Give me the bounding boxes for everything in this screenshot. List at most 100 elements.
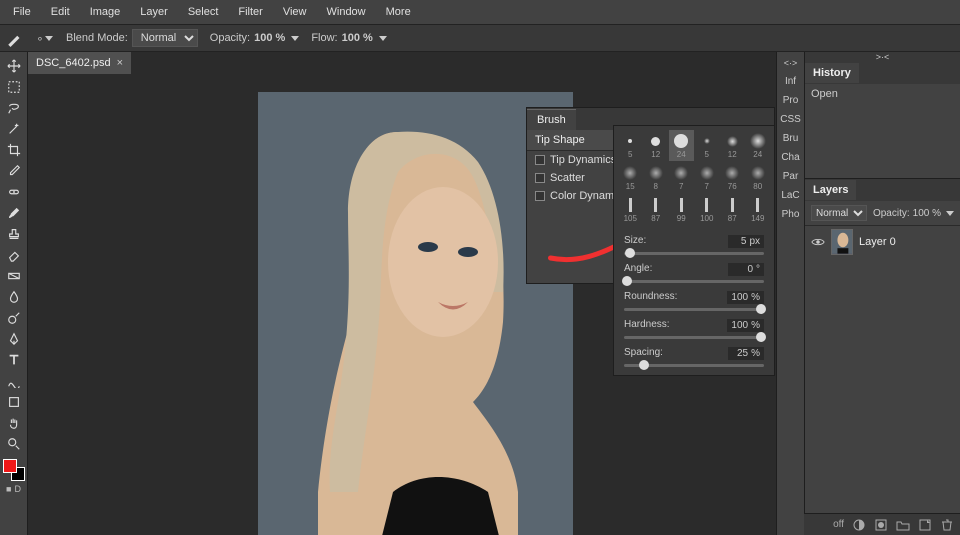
layers-panel-title[interactable]: Layers [805, 180, 856, 200]
brush-tool[interactable] [3, 203, 25, 223]
menu-filter[interactable]: Filter [229, 2, 271, 22]
menu-edit[interactable]: Edit [42, 2, 79, 22]
angle-slider[interactable]: Angle:0° [618, 259, 770, 287]
panel-tab-character[interactable]: Cha [781, 152, 799, 163]
brush-tip[interactable]: 149 [746, 194, 771, 225]
tool-bar: ■D [0, 52, 28, 535]
menu-more[interactable]: More [377, 2, 420, 22]
brush-tip[interactable]: 7 [669, 162, 694, 193]
collapsed-panels: <·> Inf Pro CSS Bru Cha Par LaC Pho [776, 52, 804, 535]
adjustment-icon[interactable] [852, 518, 866, 532]
blur-tool[interactable] [3, 287, 25, 307]
rect-select-tool[interactable] [3, 77, 25, 97]
document-tab-label: DSC_6402.psd [36, 57, 111, 69]
collapse-handle-icon[interactable]: >·< [805, 52, 960, 62]
menu-layer[interactable]: Layer [131, 2, 177, 22]
layer-blendmode-select[interactable]: Normal [811, 205, 867, 221]
wand-tool[interactable] [3, 119, 25, 139]
hardness-slider[interactable]: Hardness:100% [618, 315, 770, 343]
brush-tip[interactable]: 100 [695, 194, 720, 225]
panel-tab-css[interactable]: CSS [780, 114, 801, 125]
brush-tip[interactable]: 15 [618, 162, 643, 193]
history-item[interactable]: Open [805, 84, 960, 108]
menu-image[interactable]: Image [81, 2, 130, 22]
brush-tip[interactable]: 105 [618, 194, 643, 225]
opacity-value[interactable]: 100 % [254, 32, 285, 44]
menu-file[interactable]: File [4, 2, 40, 22]
layers-panel: Layers Normal Opacity:100 % Layer 0 [805, 179, 960, 535]
panel-tab-photo[interactable]: Pho [782, 209, 800, 220]
brush-size-picker[interactable]: ∘ [36, 29, 54, 47]
eyedropper-tool[interactable] [3, 161, 25, 181]
new-layer-icon[interactable] [918, 518, 932, 532]
blendmode-select[interactable]: Normal [132, 29, 198, 47]
brush-tip[interactable]: 87 [644, 194, 669, 225]
stamp-tool[interactable] [3, 224, 25, 244]
brush-tip[interactable]: 24 [746, 130, 771, 161]
brush-tip[interactable]: 5 [618, 130, 643, 161]
brush-tip[interactable]: 12 [644, 130, 669, 161]
brush-tip[interactable]: 87 [720, 194, 745, 225]
panel-tab-info[interactable]: Inf [785, 76, 796, 87]
brush-tip[interactable]: 76 [720, 162, 745, 193]
text-tool[interactable] [3, 350, 25, 370]
brush-tips-panel: 5122451224158777680105879910087149 Size:… [613, 125, 775, 376]
brush-tip[interactable]: 7 [695, 162, 720, 193]
collapse-handle-icon[interactable]: <·> [777, 58, 804, 68]
panel-tab-layercomps[interactable]: LaC [781, 190, 799, 201]
layer-row[interactable]: Layer 0 [805, 226, 960, 258]
brush-icon[interactable] [6, 29, 24, 47]
brush-tip[interactable]: 24 [669, 130, 694, 161]
swatch-toggle[interactable]: ■D [6, 484, 21, 494]
menu-view[interactable]: View [274, 2, 316, 22]
panel-tab-brush[interactable]: Bru [783, 133, 799, 144]
flow-value[interactable]: 100 % [342, 32, 373, 44]
size-slider[interactable]: Size:5px [618, 231, 770, 259]
path-tool[interactable] [3, 371, 25, 391]
brush-tip[interactable]: 99 [669, 194, 694, 225]
close-tab-icon[interactable]: × [117, 57, 123, 69]
move-tool[interactable] [3, 56, 25, 76]
layer-name[interactable]: Layer 0 [859, 236, 896, 248]
gradient-tool[interactable] [3, 266, 25, 286]
spacing-slider[interactable]: Spacing:25% [618, 343, 770, 371]
shape-tool[interactable] [3, 392, 25, 412]
right-panel-column: >·< History Open Layers Normal Opacity:1… [804, 52, 960, 535]
status-bar: off [804, 513, 960, 535]
menu-window[interactable]: Window [318, 2, 375, 22]
eraser-tool[interactable] [3, 245, 25, 265]
mask-icon[interactable] [874, 518, 888, 532]
zoom-tool[interactable] [3, 434, 25, 454]
options-bar: ∘ Blend Mode: Normal Opacity: 100 % Flow… [0, 24, 960, 52]
lasso-tool[interactable] [3, 98, 25, 118]
history-panel: History Open [805, 62, 960, 179]
document-tabs: DSC_6402.psd × [28, 52, 131, 74]
brush-tip[interactable]: 8 [644, 162, 669, 193]
history-panel-title[interactable]: History [805, 63, 859, 83]
opacity-label: Opacity: [210, 32, 250, 44]
foreground-swatch[interactable] [3, 459, 17, 473]
brush-tip[interactable]: 5 [695, 130, 720, 161]
document-tab[interactable]: DSC_6402.psd × [28, 52, 131, 74]
trash-icon[interactable] [940, 518, 954, 532]
layer-thumbnail[interactable] [831, 229, 853, 255]
blendmode-label: Blend Mode: [66, 32, 128, 44]
color-swatches[interactable] [3, 459, 25, 481]
brush-tip[interactable]: 12 [720, 130, 745, 161]
canvas-area: DSC_6402.psd × [28, 52, 776, 535]
layer-opacity-value[interactable]: 100 % [913, 208, 941, 219]
hand-tool[interactable] [3, 413, 25, 433]
panel-tab-paragraph[interactable]: Par [783, 171, 799, 182]
panel-tab-properties[interactable]: Pro [783, 95, 799, 106]
status-off-label: off [833, 519, 844, 530]
pen-tool[interactable] [3, 329, 25, 349]
visibility-icon[interactable] [811, 235, 825, 249]
heal-tool[interactable] [3, 182, 25, 202]
folder-icon[interactable] [896, 518, 910, 532]
dodge-tool[interactable] [3, 308, 25, 328]
brush-tip[interactable]: 80 [746, 162, 771, 193]
crop-tool[interactable] [3, 140, 25, 160]
menu-select[interactable]: Select [179, 2, 228, 22]
brush-panel-tab[interactable]: Brush [527, 109, 576, 130]
roundness-slider[interactable]: Roundness:100% [618, 287, 770, 315]
